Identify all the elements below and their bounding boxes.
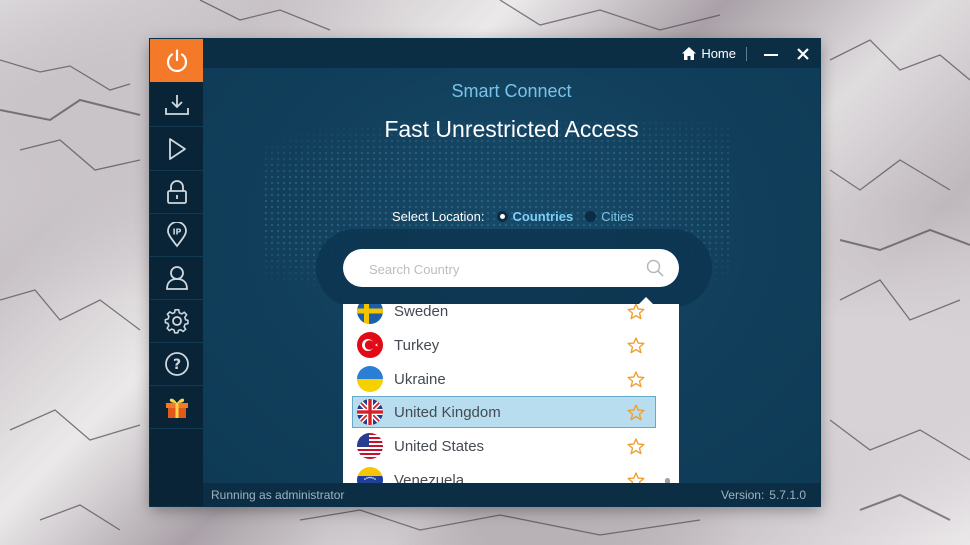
- version-label: Version:: [720, 488, 765, 502]
- sidebar-item-download[interactable]: [150, 83, 203, 127]
- favorite-star-icon[interactable]: [627, 472, 645, 483]
- country-name: Venezuela: [394, 471, 465, 484]
- download-icon: [164, 94, 189, 115]
- us-flag-icon: [357, 433, 383, 459]
- status-bar: Running as administrator Version: 5.7.1.…: [203, 483, 820, 506]
- favorite-star-icon[interactable]: [627, 371, 645, 388]
- country-list: Sweden Turkey Ukraine United Kingdom Uni…: [343, 304, 679, 483]
- lock-icon: [166, 179, 187, 204]
- cities-radio[interactable]: Cities: [585, 209, 634, 224]
- turkey-flag-icon: [357, 332, 383, 358]
- main-panel: Smart Connect Fast Unrestricted Access S…: [203, 68, 820, 483]
- sidebar-item-settings[interactable]: [150, 299, 203, 343]
- svg-text:?: ?: [172, 357, 180, 373]
- radio-dot: [496, 211, 508, 222]
- admin-status: Running as administrator: [211, 488, 345, 502]
- minimize-button[interactable]: [764, 46, 778, 62]
- list-item-sweden[interactable]: Sweden: [352, 304, 656, 327]
- favorite-star-icon[interactable]: [627, 438, 645, 455]
- country-name: Sweden: [394, 304, 449, 320]
- smart-connect-title: Smart Connect: [451, 81, 572, 101]
- close-icon: [797, 48, 809, 60]
- country-name: United Kingdom: [394, 403, 501, 421]
- help-icon: ?: [164, 351, 189, 376]
- user-icon: [165, 265, 188, 290]
- cities-label: Cities: [601, 209, 634, 224]
- home-button[interactable]: Home: [682, 45, 736, 62]
- title-separator: [746, 47, 747, 61]
- sidebar: IP ?: [150, 39, 203, 506]
- play-icon: [168, 137, 186, 160]
- search-input[interactable]: [367, 249, 641, 289]
- list-item-united-kingdom[interactable]: United Kingdom: [352, 396, 656, 428]
- favorite-star-icon[interactable]: [627, 304, 645, 320]
- countries-label: Countries: [512, 209, 574, 224]
- sidebar-item-power[interactable]: [150, 39, 203, 82]
- svg-text:IP: IP: [172, 227, 181, 236]
- version-value: 5.7.1.0: [769, 488, 806, 502]
- uk-flag-icon: [357, 399, 383, 425]
- close-button[interactable]: [796, 46, 810, 60]
- venezuela-flag-icon: [357, 467, 383, 483]
- gift-icon: [165, 398, 188, 418]
- home-label: Home: [701, 46, 736, 61]
- countries-radio[interactable]: Countries: [496, 209, 574, 224]
- sidebar-item-lock[interactable]: [150, 170, 203, 214]
- country-name: United States: [394, 437, 485, 455]
- home-icon: [682, 47, 697, 60]
- ukraine-flag-icon: [357, 366, 383, 392]
- sidebar-item-account[interactable]: [150, 256, 203, 300]
- radio-dot: [585, 211, 597, 222]
- country-name: Turkey: [394, 336, 440, 354]
- list-item-united-states[interactable]: United States: [352, 430, 656, 462]
- country-name: Ukraine: [394, 370, 446, 388]
- sidebar-item-play[interactable]: [150, 127, 203, 171]
- sidebar-item-ip[interactable]: IP: [150, 213, 203, 257]
- list-item-ukraine[interactable]: Ukraine: [352, 363, 656, 395]
- gear-icon: [164, 308, 189, 334]
- location-selector: Select Location: Countries Cities: [392, 209, 634, 224]
- search-icon[interactable]: [646, 259, 664, 277]
- sweden-flag-icon: [357, 304, 383, 324]
- sidebar-item-help[interactable]: ?: [150, 342, 203, 386]
- version-info: Version: 5.7.1.0: [721, 488, 806, 502]
- list-item-venezuela[interactable]: Venezuela: [352, 464, 656, 483]
- select-location-label: Select Location:: [392, 209, 485, 224]
- page-title: Fast Unrestricted Access: [384, 116, 639, 142]
- app-window: IP ? Home Smart Connect Fast Unrestricte…: [150, 39, 820, 506]
- list-item-turkey[interactable]: Turkey: [352, 329, 656, 361]
- sidebar-item-gift[interactable]: [150, 385, 203, 429]
- search-box: [343, 249, 679, 289]
- favorite-star-icon[interactable]: [627, 337, 645, 354]
- power-icon: [166, 48, 187, 72]
- title-bar: Home: [203, 39, 820, 68]
- favorite-star-icon[interactable]: [627, 404, 645, 421]
- ip-location-icon: IP: [166, 221, 187, 247]
